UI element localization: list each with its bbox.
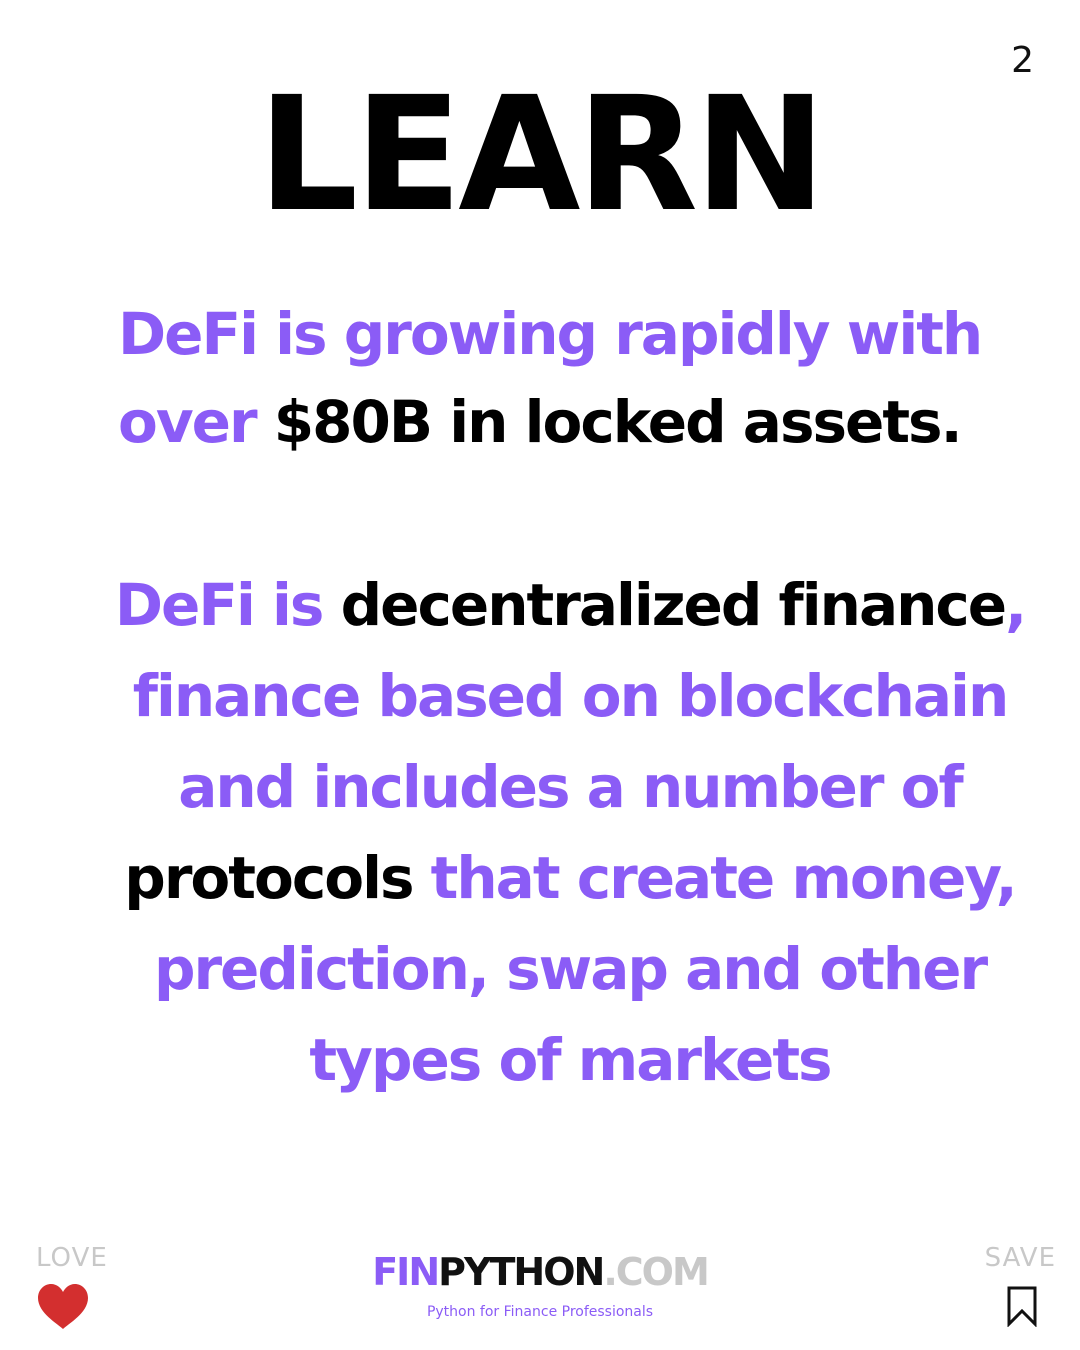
paragraph-growth-emphasis: $80B in locked assets. [273,388,963,456]
brand-logo: FINPYTHON.COM [0,1250,1080,1294]
paragraph-definition: DeFi is decentralized finance, finance b… [80,560,1060,1106]
brand-com: .COM [603,1250,709,1294]
page-title: LEARN [257,63,827,247]
paragraph-growth: DeFi is growing rapidly with over $80B i… [118,290,1058,466]
brand-fin: FIN [372,1250,440,1294]
definition-protocols: protocols [124,844,414,912]
brand-tagline: Python for Finance Professionals [426,1304,654,1320]
definition-term: decentralized finance [340,571,1007,639]
save-label: SAVE [984,1243,1056,1273]
brand-python: PYTHON [438,1250,605,1294]
definition-part-1: DeFi is [114,571,341,639]
bookmark-icon[interactable] [1006,1285,1038,1327]
